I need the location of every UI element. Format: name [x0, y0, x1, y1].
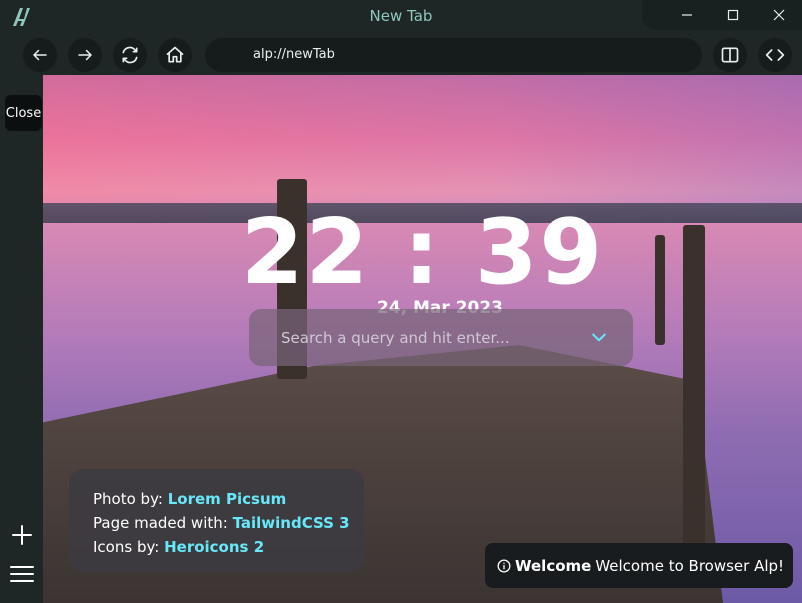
sidebar: Close: [0, 75, 43, 603]
code-icon: [765, 49, 785, 61]
clock-hours: 22: [240, 200, 371, 305]
chevron-down-icon[interactable]: [589, 327, 609, 347]
heroicons-link[interactable]: Heroicons 2: [164, 538, 264, 556]
credit-page: Page maded with: TailwindCSS 3: [93, 514, 350, 532]
window-controls: [642, 0, 802, 30]
clock-minutes: 39: [474, 200, 605, 305]
url-text: alp://newTab: [253, 47, 335, 62]
toast-message: Welcome to Browser Alp!: [595, 556, 785, 575]
close-sidebar-button[interactable]: Close: [5, 95, 42, 131]
plus-icon: [12, 525, 32, 545]
home-button[interactable]: [158, 38, 192, 72]
toast-title: Welcome: [515, 556, 592, 575]
arrow-right-icon: [78, 49, 92, 61]
title-bar: New Tab: [0, 0, 802, 34]
info-icon: [497, 559, 511, 572]
split-view-button[interactable]: [713, 38, 747, 72]
search-box[interactable]: Search a query and hit enter...: [249, 309, 633, 366]
home-icon: [166, 46, 184, 63]
clock: 22 : 39: [43, 203, 802, 303]
close-window-button[interactable]: [756, 0, 802, 30]
clock-separator: :: [403, 200, 442, 305]
arrow-left-icon: [33, 49, 47, 61]
menu-button[interactable]: [8, 560, 36, 588]
reload-button[interactable]: [113, 38, 147, 72]
devtools-button[interactable]: [758, 38, 792, 72]
tailwindcss-link[interactable]: TailwindCSS 3: [233, 514, 350, 532]
welcome-toast[interactable]: Welcome Welcome to Browser Alp!: [485, 543, 793, 588]
credits-panel: Photo by: Lorem Picsum Page maded with: …: [69, 469, 364, 572]
maximize-icon: [727, 9, 739, 21]
new-tab-page: 22 : 39 24, Mar 2023 Search a query and …: [43, 75, 802, 603]
minimize-icon: [682, 14, 692, 16]
forward-button[interactable]: [68, 38, 102, 72]
maximize-button[interactable]: [710, 0, 756, 30]
address-bar[interactable]: alp://newTab: [205, 38, 702, 72]
back-button[interactable]: [23, 38, 57, 72]
credit-photo: Photo by: Lorem Picsum: [93, 490, 287, 508]
search-input[interactable]: Search a query and hit enter...: [281, 329, 510, 347]
minimize-button[interactable]: [664, 0, 710, 30]
refresh-icon: [122, 46, 138, 64]
split-view-icon: [721, 47, 739, 63]
close-icon: [773, 9, 785, 21]
hamburger-menu-icon: [10, 566, 34, 582]
credit-icons: Icons by: Heroicons 2: [93, 538, 265, 556]
new-tab-button[interactable]: [8, 521, 36, 549]
lorem-picsum-link[interactable]: Lorem Picsum: [168, 490, 287, 508]
navigation-toolbar: alp://newTab: [0, 34, 802, 75]
